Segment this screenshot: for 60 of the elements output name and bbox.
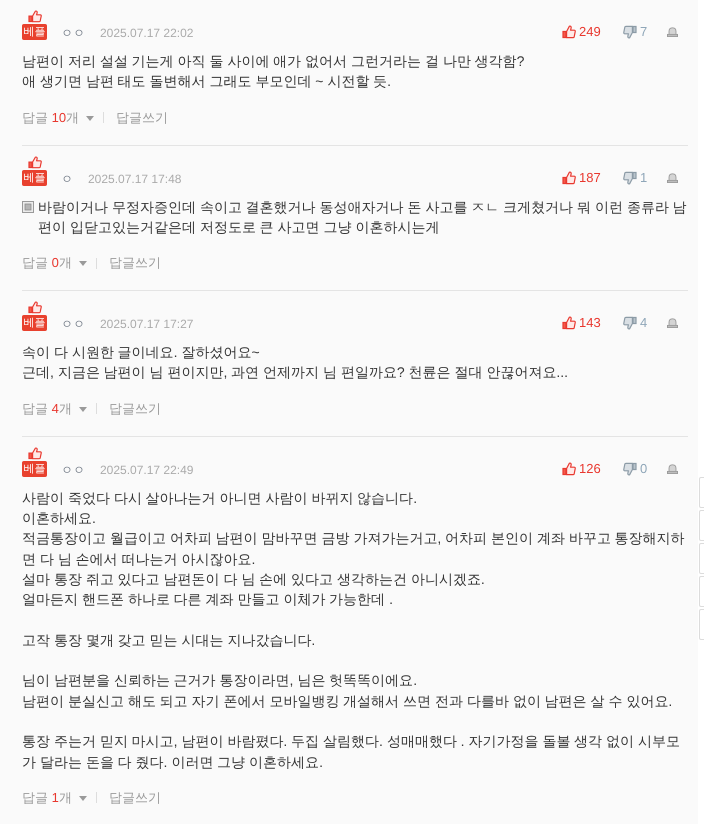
thumbs-up-icon [562, 25, 576, 39]
thumbs-up-icon [562, 462, 576, 476]
best-badge: 베플 [22, 170, 47, 186]
siren-icon[interactable] [667, 318, 678, 328]
side-tab[interactable] [699, 543, 704, 574]
side-tab[interactable] [699, 609, 704, 640]
author-name: ㅇ [61, 172, 73, 186]
siren-icon[interactable] [667, 27, 678, 37]
dislike-button[interactable]: 1 [623, 170, 648, 186]
dislike-button[interactable]: 4 [623, 315, 648, 332]
side-tab[interactable] [699, 510, 704, 541]
author-name: ㅇㅇ [61, 26, 85, 40]
comment-date: 2025.07.17 22:49 [100, 462, 194, 477]
comment-text: 바람이거나 무정자증인데 속이고 결혼했거나 동성애자거나 돈 사고를 ㅈㄴ 크게쳤거나 뭐 이런 종류라 남편이 입닫고있는거같은데 저정도로 큰 사고면 그냥 이혼하시는게 [38, 198, 688, 237]
write-reply-button[interactable]: 답글쓰기 [116, 108, 168, 128]
write-reply-button[interactable]: 답글쓰기 [108, 398, 161, 419]
comment-text: 님이 남편분을 신뢰하는 근거가 통장이라면, 님은 헛똑똑이에요. 남편이 분실신고 해도 되고 자기 폰에서 모바일뱅킹 개설해서 쓰면 전과 다를바 없이 남편은 살 수 있어요. [22, 671, 674, 711]
caret-icon [86, 116, 94, 121]
thumbs-down-icon [623, 462, 637, 476]
comment-text: 통장 주는거 믿지 마시고, 남편이 바람폈다. 두집 살림했다. 성매매했다 . 자기가정을 돌볼 생각 없이 시부모가 달라는 돈을 다 줬다. 이러면 그냥 이혼하세요. [22, 732, 682, 772]
siren-icon[interactable] [667, 172, 678, 183]
best-badge: 베플 [22, 315, 47, 332]
thumbs-up-icon [28, 156, 42, 169]
like-button[interactable]: 143 [562, 315, 601, 332]
dislike-button[interactable]: 7 [623, 24, 648, 40]
siren-icon[interactable] [667, 464, 678, 474]
thumbs-down-icon [623, 170, 637, 185]
comment-date: 2025.07.17 22:02 [100, 26, 194, 40]
side-tab[interactable] [699, 477, 704, 508]
reply-toggle[interactable]: 답글 1개 [22, 788, 87, 808]
comment-text: 속이 다 시원한 글이네요. 잘하셨어요~ 근데, 지금은 남편이 님 편이지만, 과연 언제까지 님 편일까요? 천륜은 절대 안끊어져요... [22, 343, 570, 382]
thumbs-up-icon [28, 10, 42, 23]
like-button[interactable]: 126 [562, 460, 601, 477]
thumbs-up-icon [562, 316, 576, 330]
write-reply-button[interactable]: 답글쓰기 [108, 253, 161, 274]
thumbs-down-icon [623, 25, 637, 39]
thumbs-up-icon [28, 301, 42, 314]
caret-icon [78, 261, 87, 266]
comment-text: 고작 통장 몇개 갖고 믿는 시대는 지나갔습니다. [22, 630, 316, 650]
write-reply-button[interactable]: 답글쓰기 [108, 788, 161, 808]
caret-icon [78, 406, 87, 412]
author-name: ㅇㅇ [61, 462, 85, 477]
reply-toggle[interactable]: 답글 4개 [22, 398, 87, 419]
reply-toggle[interactable]: 답글 10개 [22, 108, 94, 128]
like-button[interactable]: 187 [562, 170, 601, 186]
comment-date: 2025.07.17 17:48 [88, 172, 182, 186]
reply-toggle[interactable]: 답글 0개 [22, 253, 87, 274]
thumbs-up-icon [28, 446, 42, 460]
caret-icon [78, 796, 87, 801]
comment-date: 2025.07.17 17:27 [100, 317, 194, 332]
best-badge: 베플 [22, 24, 47, 40]
thumbs-up-icon [562, 170, 576, 185]
author-name: ㅇㅇ [61, 317, 85, 332]
side-tab[interactable] [699, 576, 704, 607]
comment-text: 사람이 죽었다 다시 살아나는거 아니면 사람이 바뀌지 않습니다. 이혼하세요. 적금통장이고 월급이고 어차피 남편이 맘바꾸면 금방 가져가는거고, 어차피 본인이 계좌 바꾸고 통장해지하면 다 님 손에서 떠나는거 아시잖아요. 설마 통장 쥐고 있다고 남편돈이 다 님 손에 있다고 생각하는건 아니시겠죠. 얼마든지 핸드폰 하나로 다른 계좌 만들고 이체가 가능한데 . [22, 488, 686, 610]
best-badge: 베플 [22, 460, 47, 477]
dislike-button[interactable]: 0 [623, 460, 648, 477]
thumbs-down-icon [623, 316, 637, 330]
comment-text: 남편이 저리 설설 기는게 아직 둘 사이에 애가 없어서 그런거라는 걸 나만 생각함? 애 생기면 남편 태도 돌변해서 그래도 부모인데 ~ 시전할 듯. [22, 52, 526, 92]
like-button[interactable]: 249 [562, 24, 601, 40]
